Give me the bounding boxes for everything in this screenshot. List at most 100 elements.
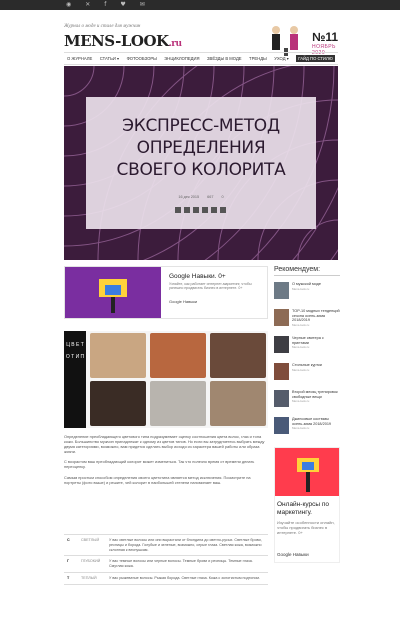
title-line: ЭКСПРЕСС-МЕТОД [122,116,280,136]
article-meta: Mens-look.ru [292,345,310,350]
nav-item-stars[interactable]: Звёзды в моде [207,56,242,61]
article-thumbnail [274,417,289,434]
article-title: ЭКСПРЕСС-МЕТОД ОПРЕДЕЛЕНИЯ СВОЕГО КОЛОРИ… [86,115,316,181]
nav-item-trends[interactable]: Тренды [249,56,267,61]
nav-item-articles[interactable]: Статьи ▾ [100,56,119,61]
article-comments[interactable]: 0 [222,195,224,199]
ad-banner[interactable]: Google Навыки. 0+ Узнайте, как работает … [64,266,268,319]
sidebar: Рекомендуем: О мужской моде Mens-look.ru … [274,266,340,563]
article-thumbnail [274,336,289,353]
portrait-photo [90,381,146,426]
sidebar-article[interactable]: Черные свитера с принтами Mens-look.ru [274,336,340,358]
sidebar-article[interactable]: О мужской моде Mens-look.ru [274,282,340,304]
ad-text: Google Навыки. 0+ Узнайте, как работает … [169,273,265,304]
article-date: 16 дек 2015 [178,195,200,199]
share-buttons [175,207,226,213]
type-description: У вас темные волосы или черные волосы. Т… [109,559,253,569]
type-name: ГЛУБОКИЙ [81,559,101,564]
article-link: О мужской моде [292,282,321,286]
top-bar: ◉ ✕ f ♥ ✉ [0,0,400,10]
share-twitter-icon[interactable] [193,207,199,213]
article-link: Джинсовые костюмы осень-зима 2018/2019 [292,417,332,426]
type-letter: С [67,538,70,542]
site-tagline: Журнал о моде и стиле для мужчин [64,24,141,29]
mail-icon[interactable]: ✉ [140,0,145,10]
share-pinterest-icon[interactable] [220,207,226,213]
twitter-icon[interactable]: ✕ [85,0,90,10]
article-link: Стильные куртки [292,363,322,367]
portrait-photo [90,333,146,378]
portrait-photo [150,381,206,426]
nav-item-care[interactable]: Уход ▾ [274,56,289,61]
share-facebook-icon[interactable] [184,207,190,213]
body-paragraph: С возрастом ваш преобладающий колорит мо… [64,459,255,470]
sidebar-ad-source: Google Навыки [277,552,309,557]
site-logo[interactable]: MENS-LOOK.ru [64,32,182,50]
sidebar-article[interactable]: Стильные куртки Mens-look.ru [274,363,340,385]
article-views: 667 [207,195,214,199]
article-link: TOP-10 модных тенденций сезона осень-зим… [292,309,340,323]
sidebar-ad-image [275,448,339,496]
article-thumbnail [274,282,289,299]
ad-title: Google Навыки. 0+ [169,273,226,280]
table-row: С СВЕТЛЫЙ У вас светлые волосы или они в… [64,535,268,557]
article-meta: Mens-look.ru [292,399,310,404]
share-ok-icon[interactable] [202,207,208,213]
type-name: СВЕТЛЫЙ [81,538,100,542]
type-name: ТЕПЛЫЙ [81,575,97,580]
share-vk-icon[interactable] [175,207,181,213]
nav-item-photo[interactable]: Фотообзоры [127,56,157,61]
logo-suffix: .ru [168,39,182,49]
sidebar-article[interactable]: TOP-10 модных тенденций сезона осень-зим… [274,309,340,331]
article-meta: Mens-look.ru [292,286,310,291]
article-thumbnail [274,309,289,326]
color-type-table: С СВЕТЛЫЙ У вас светлые волосы или они в… [64,534,268,585]
portrait-photo [150,333,206,378]
article-meta: Mens-look.ru [292,322,310,327]
type-description: У вас светлые волосы или они вырастали о… [109,538,262,552]
sidebar-title: Рекомендуем: [274,266,340,276]
ad-source: Google Навыки [169,298,198,304]
hero-banner: ЭКСПРЕСС-МЕТОД ОПРЕДЕЛЕНИЯ СВОЕГО КОЛОРИ… [64,66,338,260]
article-body: Определение преобладающего цветового тип… [64,434,268,490]
vk-icon[interactable]: ♥ [120,0,125,10]
article-meta: Mens-look.ru [292,367,310,372]
hero-card: ЭКСПРЕСС-МЕТОД ОПРЕДЕЛЕНИЯ СВОЕГО КОЛОРИ… [86,97,316,229]
article-meta: 16 дек 2015 667 0 [86,195,316,199]
body-paragraph: Определение преобладающего цветового тип… [64,434,265,455]
article-link: Второй месяц тренировок свободные вещи [292,390,338,399]
article-thumbnail [274,363,289,380]
issue-illustration [272,26,298,56]
title-line: СВОЕГО КОЛОРИТА [116,160,286,180]
share-mail-icon[interactable] [211,207,217,213]
title-line: ОПРЕДЕЛЕНИЯ [136,138,266,158]
portrait-photo [210,333,266,378]
main-nav: О журнале Статьи ▾ Фотообзоры Энциклопед… [64,52,338,65]
type-description: У вас рыжеватые волосы. Рыжая борода. Св… [109,575,260,580]
color-type-collage: Ц В Е Т О Т И П [64,331,268,428]
table-row: Г ГЛУБОКИЙ У вас темные волосы или черны… [64,556,268,573]
logo-text: MENS-LOOK [64,32,169,50]
type-letter: Т [67,575,70,580]
issue-number: №11 [312,30,339,44]
sidebar-ad-title: Онлайн-курсы по маркетингу. [277,501,330,516]
nav-item-encyclopedia[interactable]: Энциклопедия [164,56,199,61]
ad-image [65,267,161,318]
collage-side-label: Ц В Е Т О Т И П [64,331,86,428]
type-letter: Г [67,559,70,564]
article-meta: Mens-look.ru [292,426,310,431]
ad-description: Узнайте, как работает интернет-маркетинг… [169,282,252,291]
sidebar-ad[interactable]: Онлайн-курсы по маркетингу. Изучайте осо… [274,447,340,563]
body-paragraph: Самым простым способом определения своег… [64,474,251,485]
sidebar-article[interactable]: Второй месяц тренировок свободные вещи Me… [274,390,340,412]
table-row: Т ТЕПЛЫЙ У вас рыжеватые волосы. Рыжая б… [64,573,268,585]
sidebar-article[interactable]: Джинсовые костюмы осень-зима 2018/2019 Me… [274,417,340,439]
nav-item-style-guide[interactable]: Гайд по стилю [296,55,335,62]
portrait-photo [210,381,266,426]
rss-icon[interactable]: ◉ [66,0,71,10]
nav-item-about[interactable]: О журнале [67,56,92,61]
facebook-icon[interactable]: f [104,0,106,10]
article-link: Черные свитера с принтами [292,336,324,345]
article-thumbnail [274,390,289,407]
sidebar-ad-subtitle: Изучайте особенности онлайн, чтобы продв… [277,520,335,535]
